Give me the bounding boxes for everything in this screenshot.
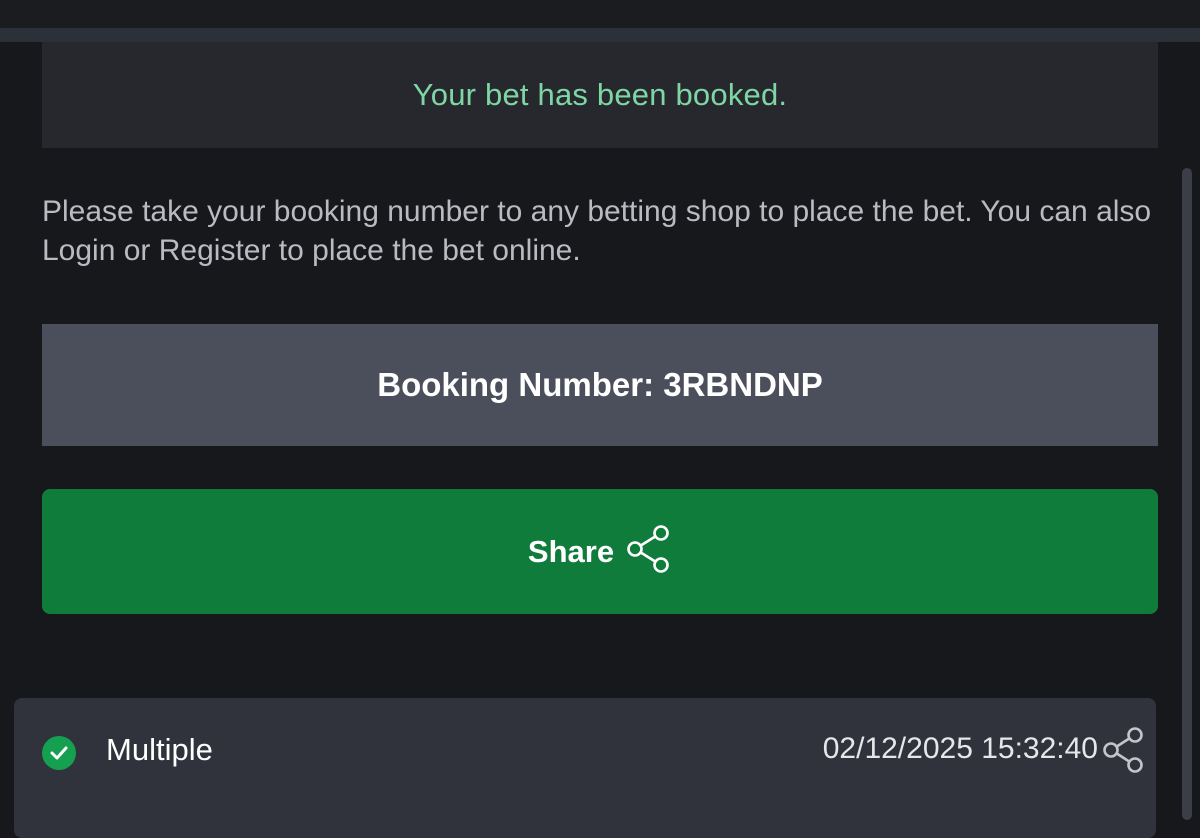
bet-type-label: Multiple: [106, 732, 213, 767]
bet-datetime: 02/12/2025 15:32:40: [822, 732, 1098, 765]
confirmation-message: Your bet has been booked.: [412, 77, 788, 112]
check-circle-icon: [42, 736, 76, 770]
booking-confirmation-panel: Your bet has been booked. Please take yo…: [0, 42, 1200, 682]
bet-summary-card[interactable]: Multiple 02/12/2025 15:32:40: [14, 698, 1156, 838]
booking-instructions: Please take your booking number to any b…: [42, 195, 1152, 267]
booking-number: Booking Number: 3RBNDNP: [377, 366, 823, 403]
top-bar: [0, 0, 1200, 28]
scrollbar[interactable]: [1182, 168, 1192, 820]
share-button-label: Share: [527, 533, 615, 569]
confirmation-banner: Your bet has been booked.: [42, 42, 1158, 148]
share-button[interactable]: Share: [42, 489, 1158, 614]
share-icon: [626, 524, 672, 579]
booking-number-box: Booking Number: 3RBNDNP: [42, 324, 1158, 446]
share-icon[interactable]: [1102, 726, 1146, 774]
header-divider: [0, 28, 1200, 42]
